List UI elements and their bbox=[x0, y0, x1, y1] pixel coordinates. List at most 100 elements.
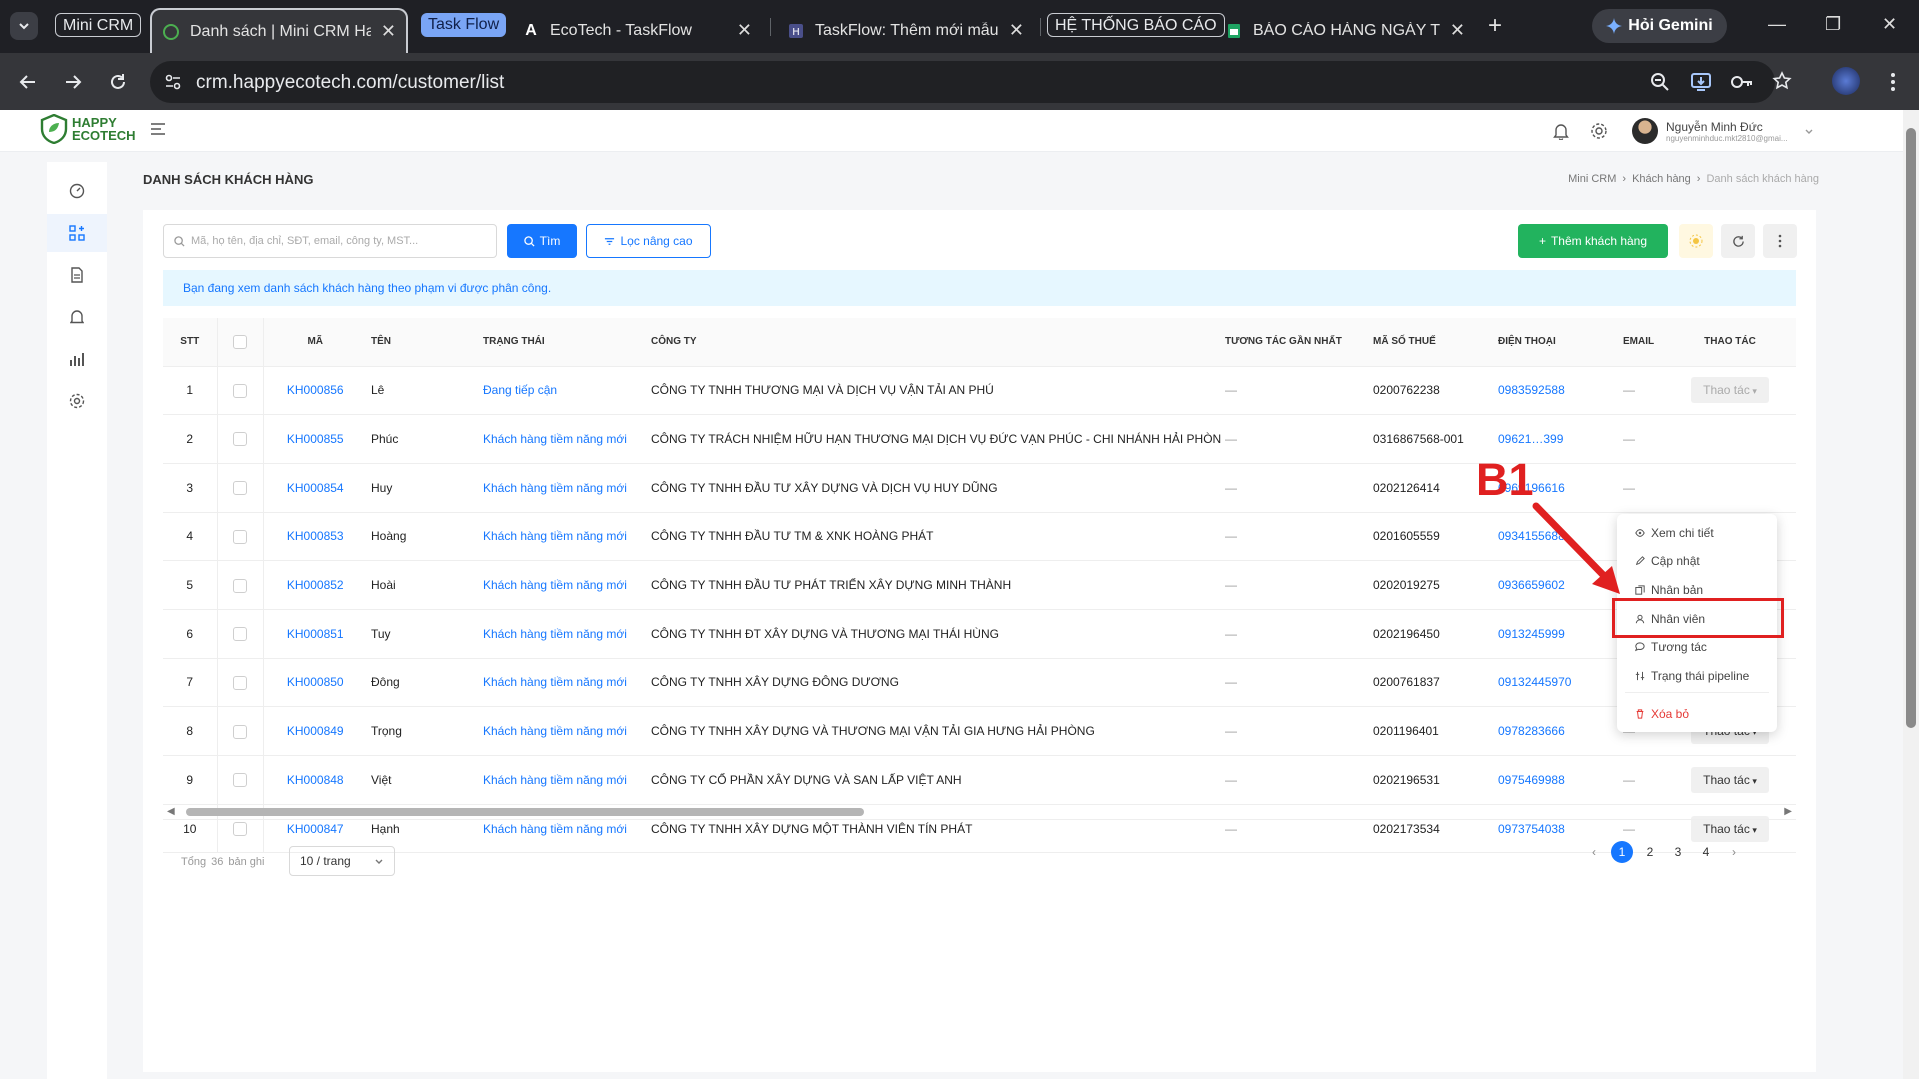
restore-button[interactable]: ❐ bbox=[1825, 14, 1841, 35]
tab-group-mini-crm[interactable]: Mini CRM bbox=[55, 13, 142, 37]
sidebar-item-reports[interactable] bbox=[47, 340, 107, 378]
cell-dien-thoai[interactable]: 0983592588 bbox=[1494, 366, 1619, 416]
menu-item-pipeline[interactable]: Trạng thái pipeline bbox=[1635, 669, 1749, 683]
scroll-thumb[interactable] bbox=[186, 808, 864, 816]
sun-button[interactable] bbox=[1679, 224, 1713, 258]
sidebar-item-customers[interactable] bbox=[47, 214, 107, 252]
menu-item-update[interactable]: Cập nhật bbox=[1635, 554, 1700, 568]
tab-group-he-thong-bao-cao[interactable]: HỆ THỐNG BÁO CÁO bbox=[1047, 13, 1225, 37]
minimize-button[interactable]: — bbox=[1768, 14, 1786, 35]
cell-dien-thoai[interactable]: 0913245999 bbox=[1494, 609, 1619, 659]
row-checkbox[interactable] bbox=[233, 627, 247, 642]
row-checkbox[interactable] bbox=[233, 821, 247, 836]
cell-ma[interactable]: KH000855 bbox=[262, 414, 367, 464]
forward-button[interactable] bbox=[60, 69, 86, 95]
site-info-icon[interactable] bbox=[164, 73, 182, 91]
back-button[interactable] bbox=[15, 69, 41, 95]
advanced-filter-button[interactable]: Lọc nâng cao bbox=[586, 224, 711, 258]
row-checkbox[interactable] bbox=[233, 383, 247, 398]
browser-menu-button[interactable] bbox=[1880, 69, 1906, 95]
cell-ma[interactable]: KH000849 bbox=[262, 706, 367, 756]
breadcrumb-item[interactable]: Khách hàng bbox=[1632, 173, 1691, 185]
page-1[interactable]: 1 bbox=[1611, 841, 1633, 863]
tab-group-task-flow[interactable]: Task Flow bbox=[421, 13, 507, 37]
cell-select[interactable] bbox=[216, 755, 263, 805]
refresh-button[interactable] bbox=[1721, 224, 1755, 258]
cell-ma[interactable]: KH000851 bbox=[262, 609, 367, 659]
tab-mini-crm[interactable]: Danh sách | Mini CRM Hap ✕ bbox=[150, 8, 408, 53]
menu-item-delete[interactable]: Xóa bỏ bbox=[1635, 707, 1689, 721]
cell-dien-thoai[interactable]: 0975469988 bbox=[1494, 755, 1619, 805]
sidebar-item-notifications[interactable] bbox=[47, 298, 107, 336]
sidebar-item-settings[interactable] bbox=[47, 382, 107, 420]
new-tab-button[interactable]: + bbox=[1488, 12, 1502, 40]
cell-select[interactable] bbox=[216, 706, 263, 756]
cell-ma[interactable]: KH000856 bbox=[262, 366, 367, 416]
scroll-left-icon[interactable]: ◀ bbox=[167, 806, 175, 817]
scroll-right-icon[interactable]: ▶ bbox=[1784, 806, 1792, 817]
close-window-button[interactable]: ✕ bbox=[1882, 14, 1897, 35]
tab-bao-cao-hang-ngay[interactable]: BÁO CÁO HÀNG NGÀY TE ✕ bbox=[1215, 8, 1475, 53]
page-size-select[interactable]: 10 / trang bbox=[289, 846, 395, 876]
select-all-checkbox[interactable] bbox=[233, 334, 247, 349]
page-scrollbar[interactable] bbox=[1903, 110, 1919, 1079]
breadcrumb-item[interactable]: Mini CRM bbox=[1568, 173, 1616, 185]
ask-gemini-button[interactable]: Hỏi Gemini bbox=[1592, 9, 1727, 43]
more-options-button[interactable] bbox=[1763, 224, 1797, 258]
cell-dien-thoai[interactable]: 0978283666 bbox=[1494, 706, 1619, 756]
row-checkbox[interactable] bbox=[233, 578, 247, 593]
sidebar-item-dashboard[interactable] bbox=[47, 172, 107, 210]
close-tab-icon[interactable]: ✕ bbox=[1009, 20, 1024, 41]
user-menu[interactable]: Nguyễn Minh Đức nguyenminhduc.mkt2810@gm… bbox=[1632, 113, 1862, 149]
address-bar[interactable]: crm.happyecotech.com/customer/list bbox=[150, 61, 1792, 103]
cell-ma[interactable]: KH000848 bbox=[262, 755, 367, 805]
tab-search-button[interactable] bbox=[10, 12, 38, 40]
row-checkbox[interactable] bbox=[233, 675, 247, 690]
header-select-all[interactable] bbox=[216, 318, 263, 367]
cell-select[interactable] bbox=[216, 463, 263, 513]
row-action-button[interactable]: Thao tác ▾ bbox=[1691, 766, 1769, 793]
cell-ma[interactable]: KH000854 bbox=[262, 463, 367, 513]
reload-button[interactable] bbox=[105, 69, 131, 95]
app-logo[interactable]: HAPPY ECOTECH bbox=[40, 114, 136, 144]
search-input[interactable] bbox=[191, 235, 481, 247]
next-page-icon[interactable]: › bbox=[1723, 845, 1745, 859]
cell-ma[interactable]: KH000850 bbox=[262, 658, 367, 708]
cell-ma[interactable]: KH000853 bbox=[262, 512, 367, 562]
cell-select[interactable] bbox=[216, 609, 263, 659]
menu-item-interaction[interactable]: Tương tác bbox=[1635, 640, 1707, 654]
search-box[interactable] bbox=[163, 224, 497, 258]
row-checkbox[interactable] bbox=[233, 481, 247, 496]
find-button[interactable]: Tìm bbox=[507, 224, 577, 258]
row-checkbox[interactable] bbox=[233, 529, 247, 544]
close-tab-icon[interactable]: ✕ bbox=[737, 20, 752, 41]
page-2[interactable]: 2 bbox=[1639, 841, 1661, 863]
row-checkbox[interactable] bbox=[233, 773, 247, 788]
horizontal-scrollbar[interactable]: ◀ ▶ bbox=[163, 802, 1796, 820]
page-3[interactable]: 3 bbox=[1667, 841, 1689, 863]
install-app-icon[interactable] bbox=[1690, 71, 1712, 93]
row-checkbox[interactable] bbox=[233, 432, 247, 447]
row-checkbox[interactable] bbox=[233, 724, 247, 739]
tab-taskflow-them-moi[interactable]: H TaskFlow: Thêm mới mẫu c ✕ bbox=[777, 8, 1034, 53]
cell-select[interactable] bbox=[216, 512, 263, 562]
cell-select[interactable] bbox=[216, 658, 263, 708]
zoom-icon[interactable] bbox=[1650, 72, 1670, 92]
password-key-icon[interactable] bbox=[1730, 72, 1754, 92]
prev-page-icon[interactable]: ‹ bbox=[1583, 845, 1605, 859]
page-scroll-thumb[interactable] bbox=[1906, 128, 1916, 728]
tab-ecotech-taskflow[interactable]: A EcoTech - TaskFlow ✕ bbox=[512, 8, 762, 53]
menu-toggle-button[interactable] bbox=[150, 122, 166, 136]
bookmark-star-icon[interactable] bbox=[1772, 71, 1792, 91]
cell-dien-thoai[interactable]: 09132445970 bbox=[1494, 658, 1619, 708]
menu-item-view[interactable]: Xem chi tiết bbox=[1635, 526, 1714, 540]
cell-select[interactable] bbox=[216, 366, 263, 416]
menu-item-duplicate[interactable]: Nhân bản bbox=[1635, 583, 1703, 597]
cell-select[interactable] bbox=[216, 414, 263, 464]
page-4[interactable]: 4 bbox=[1695, 841, 1717, 863]
close-tab-icon[interactable]: ✕ bbox=[381, 21, 396, 42]
profile-avatar[interactable] bbox=[1832, 67, 1860, 95]
bell-icon[interactable] bbox=[1553, 122, 1569, 140]
cell-ma[interactable]: KH000852 bbox=[262, 560, 367, 610]
close-tab-icon[interactable]: ✕ bbox=[1450, 20, 1465, 41]
